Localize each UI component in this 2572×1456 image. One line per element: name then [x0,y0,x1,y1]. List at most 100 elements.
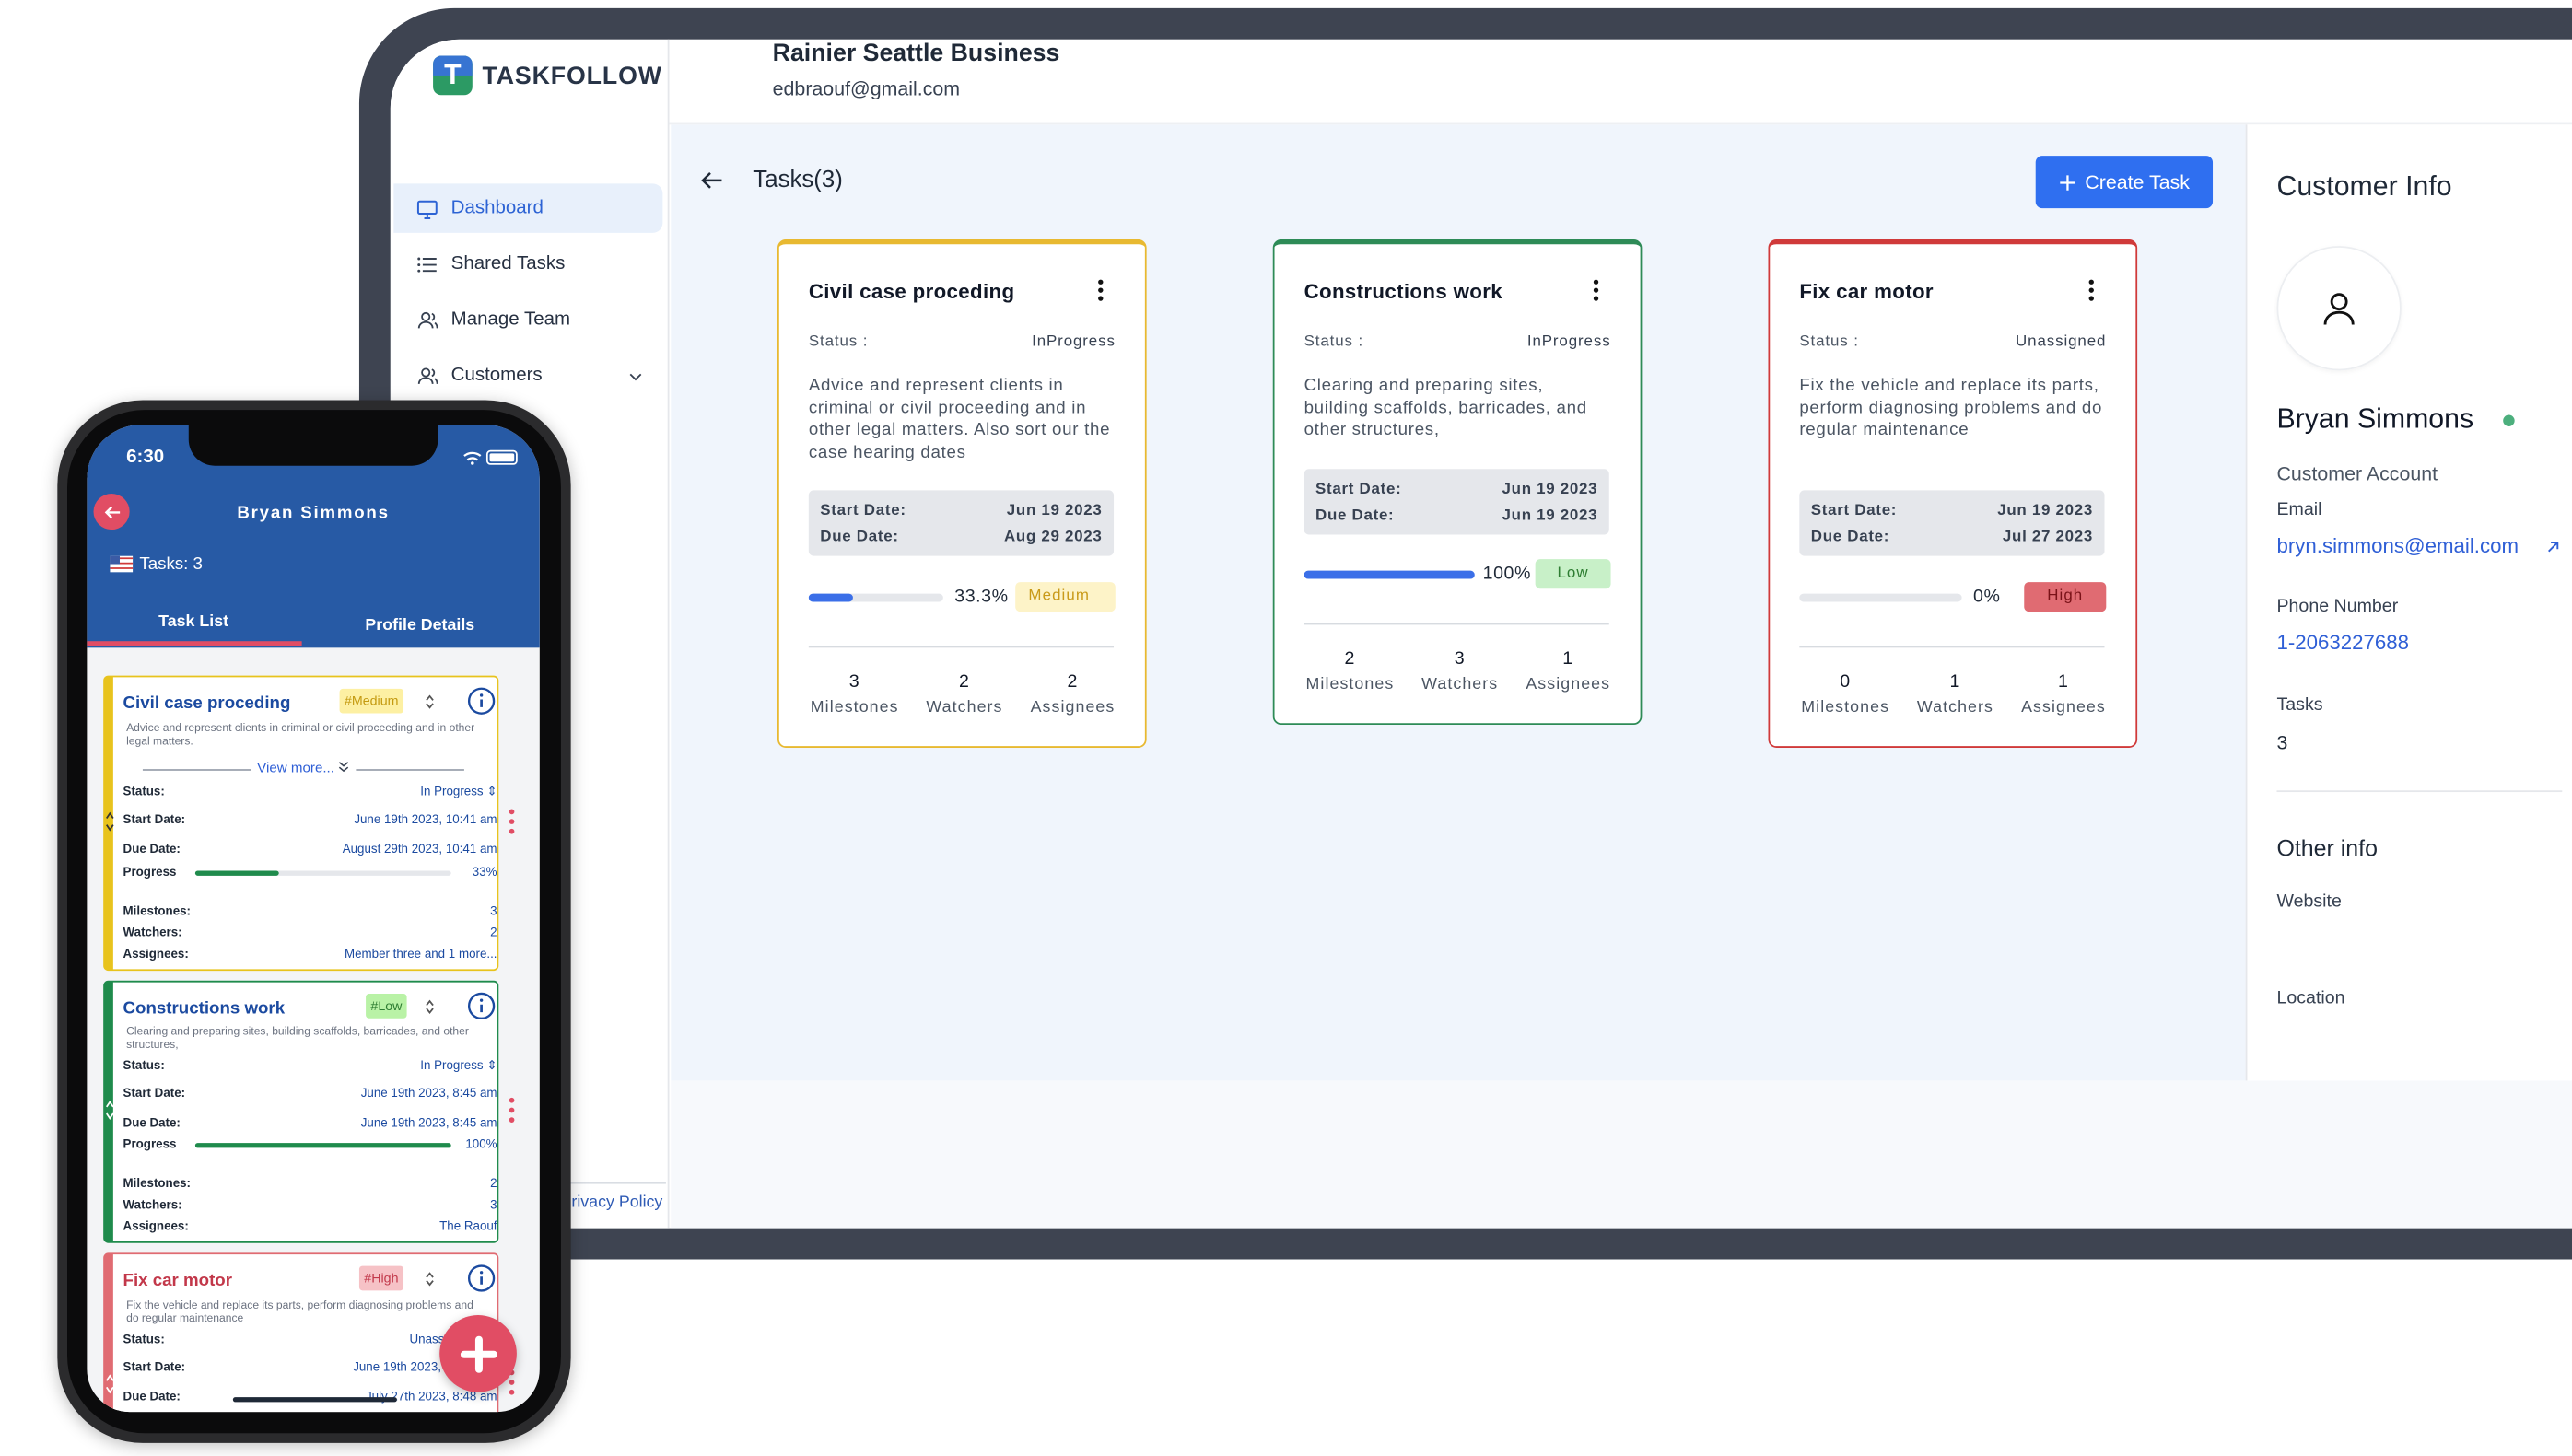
watchers-count: 2 [490,925,497,940]
drag-handle-icon[interactable] [105,1372,115,1395]
milestones-label: Milestones [1801,698,1890,717]
priority-badge: Medium [1015,582,1116,612]
info-icon[interactable] [467,687,496,715]
drag-handle-icon[interactable] [105,810,115,833]
sidebar-item-manage-team[interactable]: Manage Team [393,296,662,344]
create-task-button[interactable]: Create Task [2035,156,2214,209]
progress-bar [194,1143,451,1148]
due-date-label: Due Date: [123,841,181,856]
due-date-label: Due Date: [123,1389,181,1404]
milestones-count: 2 [490,1175,497,1191]
assignees-label: Assignees: [123,946,189,961]
more-vertical-icon[interactable] [2082,277,2101,303]
task-card[interactable]: Fix car motor Status : Unassigned Fix th… [1768,239,2138,748]
other-info-title: Other info [2276,834,2378,861]
info-icon[interactable] [467,992,496,1020]
tasks-count: 3 [2276,731,2288,755]
list-item[interactable]: Constructions work #Low Clearing and pre… [103,980,499,1243]
start-date-label: Start Date: [123,811,186,827]
tab-profile-details[interactable]: Profile Details [313,617,526,635]
due-date-value: Jun 19 2023 [1502,507,1598,525]
progress-fill [1304,570,1475,579]
list-icon [417,256,437,272]
task-dates: Start Date: Jun 19 2023 Due Date: Jun 19… [1304,469,1609,535]
task-title: Civil case proceding [808,280,1015,304]
status-value: In Progress [420,1057,484,1073]
priority-badge: Low [1535,559,1611,589]
task-title: Civil case proceding [123,693,291,714]
home-indicator [232,1397,397,1403]
sort-icon[interactable] [425,693,435,710]
user-icon [2323,293,2355,325]
due-date-label: Due Date: [1315,507,1395,525]
business-name: Rainier Seattle Business [772,39,1060,68]
status-icons [463,449,518,465]
active-tab-indicator [87,641,302,646]
tasks-label: Tasks [2276,694,2323,716]
priority-tag: #Low [366,994,407,1019]
sort-icon[interactable] [425,1271,435,1287]
drag-handle-icon[interactable] [105,1099,115,1122]
external-link-icon[interactable] [2545,540,2560,554]
status-select[interactable]: In Progress ⇕ [420,784,497,798]
milestones-label: Milestones: [123,1175,192,1191]
divider [1304,623,1609,625]
list-item[interactable]: Fix car motor #High Fix the vehicle and … [103,1252,499,1413]
progress-fill [194,1143,451,1148]
watchers-stat: 1 Watchers [1898,672,2013,716]
sidebar-item-dashboard[interactable]: Dashboard [393,183,663,233]
customer-email-link[interactable]: bryn.simmons@email.com [2276,534,2519,557]
users-icon [417,311,438,328]
sort-icon[interactable] [425,998,435,1015]
tasks-board: Tasks(3) Create Task Civil case procedin… [671,124,2246,1081]
view-more-link[interactable]: View more... [142,759,464,778]
sidebar-item-customers[interactable]: Customers [393,351,662,400]
phone-screen: 6:30 Bryan Simmons Tasks: 3 Task List Pr… [87,425,540,1413]
milestones-count: 2 [1344,649,1356,670]
status-value: Unassigned [2016,332,2107,352]
more-vertical-icon[interactable] [509,1095,515,1124]
app-logo[interactable]: T TASKFOLLOW [433,55,662,96]
divider [2276,790,2563,793]
create-task-label: Create Task [2085,170,2190,194]
progress-percent: 0% [1973,587,2001,607]
location-label: Location [2276,988,2345,1009]
sidebar-item-shared-tasks[interactable]: Shared Tasks [393,239,662,288]
chevron-down-icon[interactable] [628,368,643,383]
task-card[interactable]: Constructions work Status : InProgress C… [1272,239,1643,726]
milestones-label: Milestones: [123,903,192,919]
status-select[interactable]: In Progress ⇕ [420,1057,497,1072]
back-arrow-icon[interactable] [700,169,723,192]
customer-info-panel: Customer Info Bryan Simmons Customer Acc… [2245,124,2572,1081]
assignees-value: The Raouf [439,1217,497,1234]
task-title: Fix car motor [123,1270,233,1291]
online-status-dot [2503,414,2515,426]
start-date-value: June 19th 2023, [353,1359,441,1375]
watchers-count: 3 [1454,649,1466,670]
watchers-label: Watchers [1421,675,1499,694]
progress-fill [808,593,854,602]
info-icon[interactable] [467,1264,496,1292]
more-vertical-icon[interactable] [1586,277,1606,303]
status-label: Status: [123,784,165,799]
view-more-label: View more... [257,759,334,776]
priority-tag: #High [358,1265,403,1291]
due-date-label: Due Date: [1810,528,1890,546]
customer-phone-link[interactable]: 1-2063227688 [2276,632,2409,655]
task-card[interactable]: Civil case proceding Status : InProgress… [777,239,1147,748]
milestones-count: 3 [490,903,497,919]
tab-task-list[interactable]: Task List [87,613,299,632]
milestones-stat: 3 Milestones [797,672,912,716]
phone-header: 6:30 Bryan Simmons Tasks: 3 Task List Pr… [87,425,540,648]
sidebar-nav: Dashboard Shared Tasks Manage Team Custo… [393,183,663,406]
more-vertical-icon[interactable] [1091,277,1110,303]
sidebar-item-label: Customers [450,366,543,386]
add-task-fab[interactable] [439,1315,517,1392]
more-vertical-icon[interactable] [509,807,515,836]
milestones-label: Milestones [810,698,899,717]
due-date-value: June 19th 2023, 8:45 am [360,1114,497,1130]
assignees-label: Assignees: [123,1217,189,1234]
chevrons-down-icon [339,762,349,773]
list-item[interactable]: Civil case proceding #Medium Advice and … [103,675,499,972]
status-label: Status: [123,1331,165,1346]
